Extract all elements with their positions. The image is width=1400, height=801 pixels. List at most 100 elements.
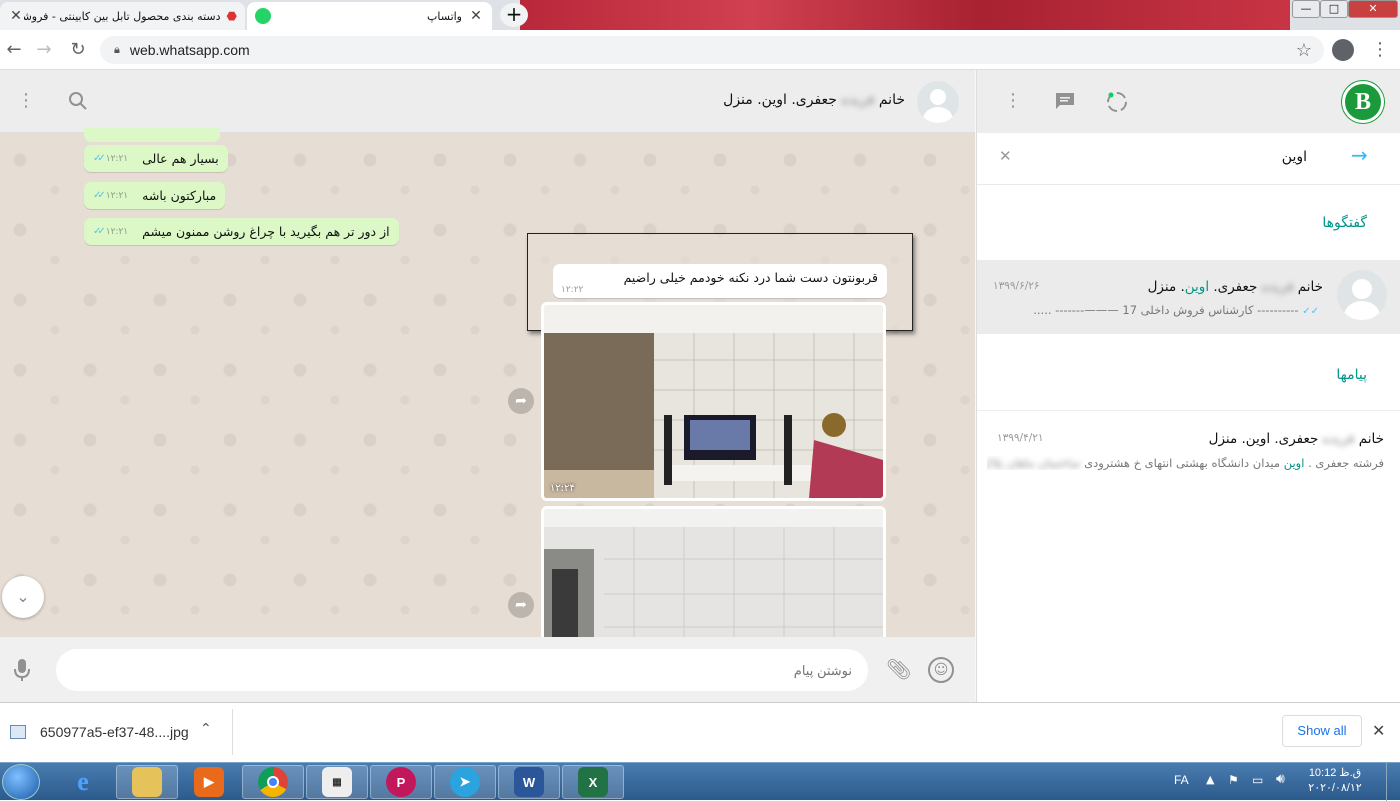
browser-menu-icon[interactable]: ⋮ [1368,38,1392,62]
whatsapp-app: ⋮ خانم فریده جعفری. اوین. منزل بسیار هم … [0,70,1400,702]
chat-result-item[interactable]: خانم فریده جعفری. اوین. منزل ۱۳۹۹/۶/۲۶ ✓… [977,260,1400,334]
show-all-button[interactable]: Show all [1282,715,1362,747]
close-icon[interactable]: ✕ [468,8,484,24]
name-part: خانم [1358,431,1384,447]
taskbar-word[interactable]: W [498,765,560,799]
language-indicator[interactable]: FA [1174,773,1189,787]
search-icon[interactable] [66,89,90,113]
emoji-icon[interactable]: ☺ [928,657,954,683]
back-icon[interactable]: ← [2,38,26,62]
user-avatar[interactable]: B [1342,81,1384,123]
room-photo[interactable] [541,506,886,646]
message-meta: ✓✓ ۱۲:۲۱ [93,190,128,201]
message-time: ۱۲:۲۱ [105,226,129,237]
conversation-pane: ⋮ خانم فریده جعفری. اوین. منزل بسیار هم … [0,70,975,702]
double-check-icon: ✓✓ [1302,306,1319,317]
maximize-button[interactable]: □ [1320,0,1348,18]
message-meta: ✓✓ ۱۲:۲۱ [93,226,128,237]
close-icon[interactable]: ✕ [1372,721,1385,740]
clear-search-icon[interactable]: ✕ [999,147,1012,165]
message-bubble-partial [84,128,220,142]
incoming-message-bubble[interactable]: قربونتون دست شما درد نکنه خودمم خیلی راض… [553,264,887,298]
background-window [520,0,1290,30]
message-meta: ✓✓ ۱۲:۲۱ [93,153,128,164]
double-check-icon: ✓✓ [93,190,106,201]
scroll-down-button[interactable]: ⌄ [2,576,44,618]
back-arrow-icon[interactable]: → [1351,143,1368,167]
message-bubble[interactable]: مبارکتون باشه ✓✓ ۱۲:۲۱ [84,182,226,209]
message-text: قربونتون دست شما درد نکنه خودمم خیلی راض… [623,270,878,285]
close-icon[interactable]: ✕ [8,8,24,24]
contact-avatar [1337,270,1387,320]
taskbar-excel[interactable]: X [562,765,624,799]
message-time: ۱۲:۲۱ [105,190,129,201]
search-sidebar: ⋮ B ✕ اوین → گفتگوها خانم فریده جعفری. ا… [976,70,1400,702]
attach-icon[interactable]: 📎︎ [886,657,911,683]
taskbar-picsart[interactable]: P [370,765,432,799]
message-result-item[interactable]: خانم فریده جعفری. اوین. منزل ۱۳۹۹/۴/۲۱ ف… [977,420,1400,484]
search-input[interactable]: اوین [1037,149,1307,165]
download-file-name[interactable]: 650977a5-ef37-48....jpg [40,724,189,740]
minimize-button[interactable]: — [1292,0,1320,18]
chevron-up-icon[interactable]: ⌃ [200,721,212,737]
status-icon[interactable] [1105,90,1129,114]
chrome-icon [258,767,288,797]
forward-icon[interactable]: ➦ [508,388,534,414]
result-snippet: فرشته جعفری . اوین میدان دانشگاه بهشتی ا… [987,456,1384,470]
result-date: ۱۳۹۹/۶/۲۶ [993,280,1040,292]
message-time: ۱۲:۲۱ [105,153,129,164]
divider [977,410,1400,411]
windows-taskbar: e ▶ ▦ P ➤ W X FA ▲ ⚑ ▭ 🔊︎ ق.ظ 10:12 ۲۰۲۰… [0,762,1400,801]
tab-strip: ✕ دسته بندی محصول تابل بین کابینتی - فرو… [0,0,1400,30]
section-title-chats: گفتگوها [1322,215,1367,231]
word-icon: W [514,767,544,797]
taskbar-calculator[interactable]: ▦ [306,765,368,799]
forward-icon[interactable]: → [32,38,56,62]
chevron-up-icon[interactable]: ▲ [1206,773,1214,786]
menu-icon[interactable]: ⋮ [14,89,38,113]
menu-icon[interactable]: ⋮ [1001,89,1025,113]
window-close-button[interactable]: ✕ [1348,0,1398,18]
message-bubble[interactable]: بسیار هم عالی ✓✓ ۱۲:۲۱ [84,145,228,172]
new-chat-icon[interactable] [1053,90,1077,112]
snippet-text: فرشته جعفری . [1308,456,1384,470]
room-photo[interactable]: ۱۲:۲۴ [541,302,886,501]
message-input[interactable] [56,649,868,691]
taskbar-ie[interactable]: e [52,765,114,799]
contact-avatar[interactable] [917,81,959,123]
taskbar-media[interactable]: ▶ [178,765,240,799]
lock-icon: 🔒︎ [114,43,120,56]
taskbar-chrome[interactable] [242,765,304,799]
star-icon[interactable]: ☆ [1296,40,1312,61]
search-bar: ✕ اوین → [977,133,1400,185]
clock-date: ۲۰۲۰/۰۸/۱۲ [1308,782,1362,794]
clock[interactable]: ق.ظ 10:12 ۲۰۲۰/۰۸/۱۲ [1300,766,1370,796]
url-field[interactable]: 🔒︎ web.whatsapp.com ☆ [100,36,1324,64]
result-name: خانم فریده جعفری. اوین. منزل [1107,279,1323,295]
contact-name[interactable]: خانم فریده جعفری. اوین. منزل [620,92,905,108]
action-center-icon[interactable]: ⚑ [1228,773,1239,787]
tab-store[interactable]: ✕ دسته بندی محصول تابل بین کابینتی - فرو… [0,2,245,30]
name-part: . منزل [1147,279,1185,295]
result-name: خانم فریده جعفری. اوین. منزل [1127,431,1384,447]
microphone-icon[interactable] [10,657,34,683]
volume-icon[interactable]: 🔊︎ [1276,771,1285,787]
message-text: از دور تر هم بگیرید با چراغ روشن ممنون م… [142,224,390,239]
message-bubble[interactable]: از دور تر هم بگیرید با چراغ روشن ممنون م… [84,218,399,245]
name-part: خانم [878,92,905,108]
profile-icon[interactable] [1332,39,1354,61]
taskbar-telegram[interactable]: ➤ [434,765,496,799]
section-title-messages: پیامها [1336,367,1367,383]
reload-icon[interactable]: ↻ [66,38,90,62]
new-tab-button[interactable]: + [500,3,528,27]
start-button[interactable] [2,764,40,800]
name-blurred: فریده [1261,279,1294,295]
taskbar-explorer[interactable] [116,765,178,799]
network-icon[interactable]: ▭ [1252,773,1263,787]
forward-icon[interactable]: ➦ [508,592,534,618]
show-desktop-button[interactable] [1386,763,1400,801]
photo-time: ۱۲:۲۴ [550,483,575,494]
message-text: بسیار هم عالی [142,151,219,166]
tab-whatsapp[interactable]: واتساپ ✕ [247,2,492,30]
photo-image [544,305,883,498]
